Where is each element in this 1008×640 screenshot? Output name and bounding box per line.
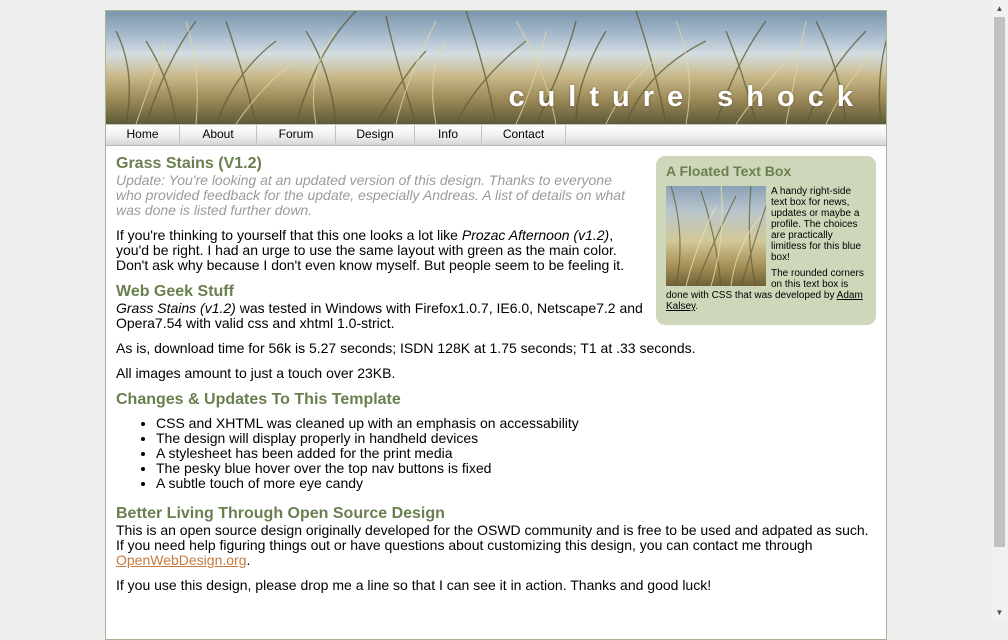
list-item: A subtle touch of more eye candy bbox=[156, 476, 876, 491]
intro-heading: Grass Stains (V1.2) bbox=[116, 155, 262, 172]
opensource-paragraph-2: If you use this design, please drop me a… bbox=[116, 577, 712, 593]
scroll-up-arrow-icon[interactable]: ▲ bbox=[991, 0, 1008, 17]
openwebdesign-link[interactable]: OpenWebDesign.org bbox=[116, 552, 246, 568]
scroll-down-arrow-icon[interactable]: ▼ bbox=[991, 604, 1008, 621]
changes-list: CSS and XHTML was cleaned up with an emp… bbox=[116, 416, 876, 491]
geek-paragraph-2: As is, download time for 56k is 5.27 sec… bbox=[116, 340, 696, 356]
top-navigation: Home About Forum Design Info Contact bbox=[106, 124, 886, 146]
opensource-paragraph-1: This is an open source design originally… bbox=[116, 522, 869, 568]
list-item: CSS and XHTML was cleaned up with an emp… bbox=[156, 416, 876, 431]
grass-thumbnail-image bbox=[666, 186, 766, 286]
grass-thumbnail-graphic bbox=[670, 186, 766, 286]
changes-heading: Changes & Updates To This Template bbox=[116, 391, 401, 408]
list-item: The design will display properly in hand… bbox=[156, 431, 876, 446]
banner-title: culture shock bbox=[508, 81, 866, 113]
header-banner: culture shock bbox=[106, 11, 886, 124]
nav-about[interactable]: About bbox=[180, 125, 257, 145]
update-note: Update: You're looking at an updated ver… bbox=[116, 172, 625, 218]
nav-design[interactable]: Design bbox=[336, 125, 415, 145]
scrollbar-thumb[interactable] bbox=[994, 17, 1005, 547]
opensource-heading: Better Living Through Open Source Design bbox=[116, 505, 445, 522]
page-container: culture shock Home About Forum Design In… bbox=[105, 10, 887, 640]
list-item: The pesky blue hover over the top nav bu… bbox=[156, 461, 876, 476]
nav-forum[interactable]: Forum bbox=[257, 125, 336, 145]
floatbox-title: A Floated Text Box bbox=[666, 163, 792, 179]
intro-paragraph: If you're thinking to yourself that this… bbox=[116, 227, 625, 273]
geek-paragraph-3: All images amount to just a touch over 2… bbox=[116, 365, 396, 381]
list-item: A stylesheet has been added for the prin… bbox=[156, 446, 876, 461]
vertical-scrollbar[interactable]: ▲ ▼ bbox=[991, 0, 1008, 621]
geek-paragraph-1: Grass Stains (v1.2) was tested in Window… bbox=[116, 300, 643, 331]
floated-text-box: A Floated Text Box A handy right-side te… bbox=[656, 156, 876, 325]
geek-heading: Web Geek Stuff bbox=[116, 283, 234, 300]
nav-contact[interactable]: Contact bbox=[482, 125, 566, 145]
nav-info[interactable]: Info bbox=[415, 125, 482, 145]
nav-home[interactable]: Home bbox=[106, 125, 180, 145]
